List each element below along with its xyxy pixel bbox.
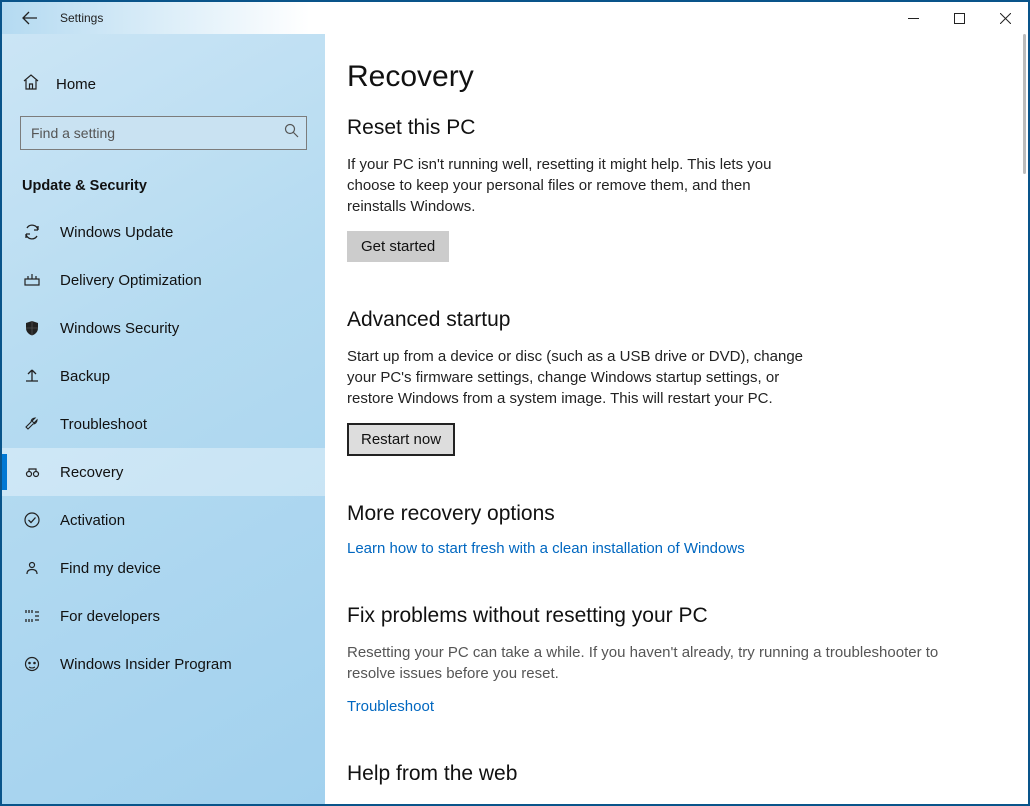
sidebar-item-label: For developers xyxy=(60,608,160,625)
check-circle-icon xyxy=(22,511,42,529)
section-reset-pc: Reset this PC If your PC isn't running w… xyxy=(347,116,988,262)
settings-window: Settings Home xyxy=(0,0,1030,806)
section-fix-problems: Fix problems without resetting your PC R… xyxy=(347,604,988,716)
home-icon xyxy=(22,73,40,95)
insider-icon xyxy=(22,655,42,673)
sidebar-item-label: Activation xyxy=(60,512,125,529)
reset-heading: Reset this PC xyxy=(347,116,988,140)
sidebar-item-for-developers[interactable]: For developers xyxy=(2,592,325,640)
section-help-web: Help from the web xyxy=(347,762,988,786)
reset-body: If your PC isn't running well, resetting… xyxy=(347,154,807,217)
advanced-body: Start up from a device or disc (such as … xyxy=(347,346,807,409)
maximize-button[interactable] xyxy=(936,2,982,34)
sidebar-item-find-my-device[interactable]: Find my device xyxy=(2,544,325,592)
page-title: Recovery xyxy=(347,60,988,94)
close-icon xyxy=(1000,13,1011,24)
section-more-recovery: More recovery options Learn how to start… xyxy=(347,502,988,558)
sidebar-item-recovery[interactable]: Recovery xyxy=(2,448,325,496)
fix-body: Resetting your PC can take a while. If y… xyxy=(347,642,988,684)
back-button[interactable] xyxy=(20,8,40,28)
search-container xyxy=(20,116,307,150)
sidebar-item-delivery-optimization[interactable]: Delivery Optimization xyxy=(2,256,325,304)
sidebar-item-troubleshoot[interactable]: Troubleshoot xyxy=(2,400,325,448)
advanced-heading: Advanced startup xyxy=(347,308,988,332)
minimize-icon xyxy=(908,13,919,24)
wrench-icon xyxy=(22,415,42,433)
recovery-icon xyxy=(22,463,42,481)
close-button[interactable] xyxy=(982,2,1028,34)
sidebar-item-label: Recovery xyxy=(60,464,123,481)
restart-now-button[interactable]: Restart now xyxy=(347,423,455,456)
sidebar-item-label: Backup xyxy=(60,368,110,385)
troubleshoot-link[interactable]: Troubleshoot xyxy=(347,698,434,715)
titlebar: Settings xyxy=(2,2,1028,34)
sync-icon xyxy=(22,223,42,241)
window-title: Settings xyxy=(60,11,103,25)
developers-icon xyxy=(22,607,42,625)
nav-heading: Update & Security xyxy=(2,168,325,208)
sidebar: Home Update & Security Windows Update xyxy=(2,34,325,804)
sidebar-item-windows-update[interactable]: Windows Update xyxy=(2,208,325,256)
backup-icon xyxy=(22,367,42,385)
sidebar-item-windows-security[interactable]: Windows Security xyxy=(2,304,325,352)
section-advanced-startup: Advanced startup Start up from a device … xyxy=(347,308,988,456)
more-heading: More recovery options xyxy=(347,502,988,526)
help-heading: Help from the web xyxy=(347,762,988,786)
back-arrow-icon xyxy=(22,10,38,26)
fresh-install-link[interactable]: Learn how to start fresh with a clean in… xyxy=(347,540,745,557)
get-started-button[interactable]: Get started xyxy=(347,231,449,262)
sidebar-item-activation[interactable]: Activation xyxy=(2,496,325,544)
sidebar-item-windows-insider[interactable]: Windows Insider Program xyxy=(2,640,325,688)
sidebar-item-label: Windows Update xyxy=(60,224,173,241)
sidebar-item-label: Find my device xyxy=(60,560,161,577)
search-input[interactable] xyxy=(20,116,307,150)
search-icon xyxy=(284,123,299,143)
content-area: Recovery Reset this PC If your PC isn't … xyxy=(325,34,1028,804)
find-device-icon xyxy=(22,559,42,577)
maximize-icon xyxy=(954,13,965,24)
minimize-button[interactable] xyxy=(890,2,936,34)
sidebar-item-label: Windows Insider Program xyxy=(60,656,232,673)
scrollbar-thumb[interactable] xyxy=(1023,34,1026,174)
sidebar-item-label: Troubleshoot xyxy=(60,416,147,433)
sidebar-item-label: Delivery Optimization xyxy=(60,272,202,289)
sidebar-item-label: Windows Security xyxy=(60,320,179,337)
scrollbar-track[interactable] xyxy=(1023,34,1026,804)
shield-icon xyxy=(22,319,42,337)
sidebar-item-backup[interactable]: Backup xyxy=(2,352,325,400)
home-nav-item[interactable]: Home xyxy=(2,64,325,104)
delivery-icon xyxy=(22,271,42,289)
home-label: Home xyxy=(56,76,96,93)
fix-heading: Fix problems without resetting your PC xyxy=(347,604,988,628)
